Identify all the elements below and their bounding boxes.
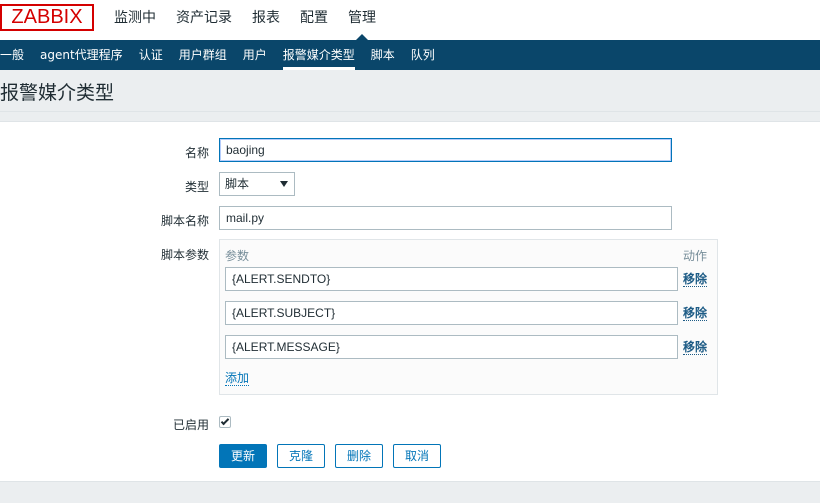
param-input-sendto[interactable]: {ALERT.SENDTO} xyxy=(225,267,678,291)
delete-button[interactable]: 删除 xyxy=(335,444,383,468)
sub-menu-proxies[interactable]: agent代理程序 xyxy=(32,40,131,70)
type-label: 类型 xyxy=(184,180,209,194)
sub-menu-users[interactable]: 用户 xyxy=(235,40,275,70)
main-menu-administration[interactable]: 管理 xyxy=(338,0,386,40)
remove-param-sendto-link[interactable]: 移除 xyxy=(683,272,708,287)
type-select-value: 脚本 xyxy=(225,177,250,191)
title-bar: 报警媒介类型 xyxy=(0,70,820,112)
page-title: 报警媒介类型 xyxy=(0,82,115,104)
name-input[interactable]: baojing xyxy=(219,138,672,162)
remove-param-message-link[interactable]: 移除 xyxy=(683,340,708,355)
cancel-button[interactable]: 取消 xyxy=(393,444,441,468)
remove-param-subject-link[interactable]: 移除 xyxy=(683,306,708,321)
add-param-link[interactable]: 添加 xyxy=(225,371,250,386)
params-header-action: 动作 xyxy=(683,249,708,263)
param-input-message[interactable]: {ALERT.MESSAGE} xyxy=(225,335,678,359)
script-name-label: 脚本名称 xyxy=(160,214,209,228)
main-menu-inventory[interactable]: 资产记录 xyxy=(166,0,242,40)
main-menu-reports[interactable]: 报表 xyxy=(242,0,290,40)
sub-menu-scripts[interactable]: 脚本 xyxy=(363,40,403,70)
type-select[interactable]: 脚本 xyxy=(219,172,295,196)
sub-menu-general[interactable]: 一般 xyxy=(0,40,32,70)
main-menu-monitoring[interactable]: 监测中 xyxy=(104,0,166,40)
main-menu: 监测中 资产记录 报表 配置 管理 xyxy=(104,0,386,40)
update-button[interactable]: 更新 xyxy=(219,444,267,468)
sub-menu: 一般 agent代理程序 认证 用户群组 用户 报警媒介类型 脚本 队列 xyxy=(0,40,443,70)
sub-menu-media-types[interactable]: 报警媒介类型 xyxy=(275,40,363,70)
enabled-label: 已启用 xyxy=(172,418,209,432)
sub-menu-user-groups[interactable]: 用户群组 xyxy=(171,40,235,70)
script-params-table: 参数 动作 {ALERT.SENDTO} 移除 {ALERT.SUBJECT} … xyxy=(219,239,718,395)
name-label: 名称 xyxy=(184,146,209,160)
script-params-label: 脚本参数 xyxy=(160,248,209,262)
main-menu-configuration[interactable]: 配置 xyxy=(290,0,338,40)
params-header-param: 参数 xyxy=(225,249,250,263)
enabled-checkbox[interactable] xyxy=(219,416,231,428)
top-header: ZABBIX 监测中 资产记录 报表 配置 管理 xyxy=(0,0,820,40)
media-type-form: 名称 baojing 类型 脚本 脚本名称 mail.py 脚本参数 参数 动作… xyxy=(0,121,820,482)
script-name-input[interactable]: mail.py xyxy=(219,206,672,230)
zabbix-logo[interactable]: ZABBIX xyxy=(0,4,94,31)
logo-text: ZABBIX xyxy=(11,6,83,28)
sub-menu-authentication[interactable]: 认证 xyxy=(131,40,171,70)
chevron-down-icon xyxy=(280,181,288,187)
clone-button[interactable]: 克隆 xyxy=(277,444,325,468)
sub-nav: 一般 agent代理程序 认证 用户群组 用户 报警媒介类型 脚本 队列 xyxy=(0,40,820,70)
checkmark-icon xyxy=(220,416,230,426)
sub-menu-queue[interactable]: 队列 xyxy=(403,40,443,70)
param-input-subject[interactable]: {ALERT.SUBJECT} xyxy=(225,301,678,325)
